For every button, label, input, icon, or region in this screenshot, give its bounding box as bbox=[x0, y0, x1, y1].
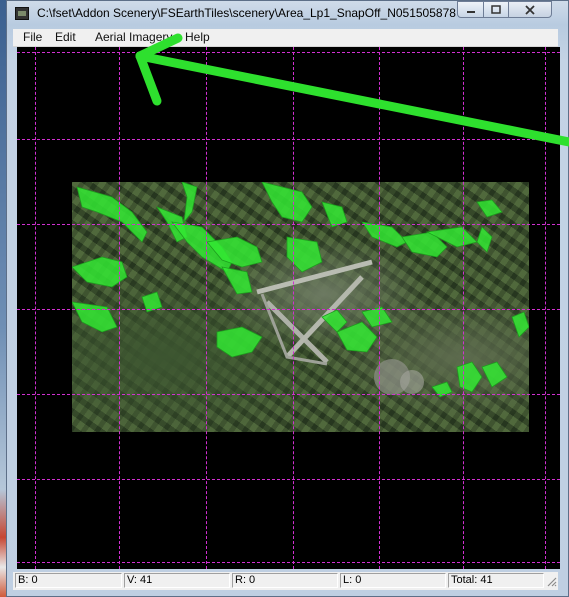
menu-aerial-imagery[interactable]: Aerial Imagery bbox=[95, 30, 172, 44]
grid-line-horizontal bbox=[17, 224, 560, 225]
status-v: V: 41 bbox=[124, 573, 230, 588]
status-b: B: 0 bbox=[15, 573, 122, 588]
grid-line-horizontal bbox=[17, 139, 560, 140]
maximize-icon bbox=[491, 5, 501, 14]
grid-line-vertical bbox=[379, 47, 380, 569]
grid-line-vertical bbox=[35, 47, 36, 569]
close-icon bbox=[525, 5, 535, 15]
menu-bar: File Edit Aerial Imagery Help bbox=[13, 29, 558, 47]
status-bar: B: 0 V: 41 R: 0 L: 0 Total: 41 bbox=[13, 572, 558, 590]
grid-line-horizontal bbox=[17, 479, 560, 480]
grid-line-horizontal bbox=[17, 562, 560, 563]
app-window: C:\fset\Addon Scenery\FSEarthTiles\scene… bbox=[6, 0, 569, 597]
grid-line-vertical bbox=[545, 47, 546, 569]
grid-line-vertical bbox=[463, 47, 464, 569]
grid-line-vertical bbox=[293, 47, 294, 569]
maximize-button[interactable] bbox=[483, 1, 509, 18]
status-total: Total: 41 bbox=[448, 573, 544, 588]
menu-help[interactable]: Help bbox=[185, 30, 210, 44]
status-r: R: 0 bbox=[232, 573, 338, 588]
close-button[interactable] bbox=[508, 1, 552, 18]
title-bar[interactable]: C:\fset\Addon Scenery\FSEarthTiles\scene… bbox=[7, 1, 568, 25]
menu-edit[interactable]: Edit bbox=[55, 30, 76, 44]
grid-line-horizontal bbox=[17, 394, 560, 395]
menu-file[interactable]: File bbox=[23, 30, 42, 44]
grid-line-vertical bbox=[206, 47, 207, 569]
status-l: L: 0 bbox=[340, 573, 446, 588]
minimize-button[interactable] bbox=[457, 1, 484, 18]
minimize-icon bbox=[466, 11, 475, 13]
resize-grip-icon[interactable] bbox=[545, 575, 557, 587]
map-canvas[interactable] bbox=[17, 47, 560, 569]
grid-line-horizontal bbox=[17, 309, 560, 310]
grid-line-vertical bbox=[119, 47, 120, 569]
window-title: C:\fset\Addon Scenery\FSEarthTiles\scene… bbox=[37, 6, 457, 20]
grid-line-horizontal bbox=[17, 52, 560, 53]
app-icon[interactable] bbox=[15, 7, 29, 20]
